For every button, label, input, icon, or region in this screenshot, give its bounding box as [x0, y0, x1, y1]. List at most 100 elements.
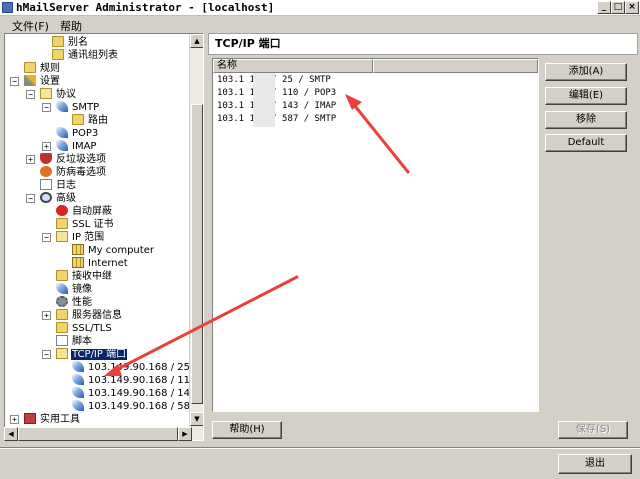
- tree-item-rules[interactable]: 规则: [24, 62, 61, 75]
- folder-icon: [56, 322, 68, 333]
- menu-file[interactable]: 文件(F): [12, 18, 49, 34]
- scroll-left-icon[interactable]: ◀: [4, 427, 18, 441]
- tree-item-antivirus[interactable]: 防病毒选项: [40, 166, 107, 179]
- tree-item-incoming-relays[interactable]: 接收中继: [56, 270, 113, 283]
- remove-button[interactable]: 移除: [545, 111, 627, 129]
- tree-item-imap[interactable]: IMAP: [56, 140, 97, 153]
- tree-item-internet[interactable]: Internet: [72, 257, 129, 270]
- tree-item-ssl-tls[interactable]: SSL/TLS: [56, 322, 113, 335]
- expand-toggle[interactable]: +: [42, 142, 51, 151]
- feather-icon: [56, 127, 68, 138]
- tree-item-aliases[interactable]: 别名: [52, 36, 89, 49]
- tree-item-port-25[interactable]: 103.149.90.168 / 25 / SMTP: [72, 361, 203, 374]
- navigation-tree[interactable]: 别名 通讯组列表 规则 − 设置 − 协议 − SMTP 路由 POP3 + I…: [4, 33, 204, 441]
- tree-item-routes[interactable]: 路由: [72, 114, 109, 127]
- tree-horizontal-scrollbar[interactable]: ◀ ▶: [4, 427, 192, 441]
- folder-open-icon: [56, 348, 68, 359]
- tree-item-utilities[interactable]: 实用工具: [24, 413, 81, 426]
- redaction-blur: [253, 73, 275, 127]
- grid-icon: [72, 257, 84, 268]
- feather-icon: [56, 140, 68, 151]
- tree-item-scripts[interactable]: 脚本: [56, 335, 93, 348]
- list-header: 名称: [213, 59, 538, 73]
- tools-icon: [24, 413, 36, 424]
- tree-item-logging[interactable]: 日志: [40, 179, 77, 192]
- collapse-toggle[interactable]: −: [26, 90, 35, 99]
- tree-item-smtp[interactable]: SMTP: [56, 101, 100, 114]
- folder-icon: [56, 218, 68, 229]
- expand-toggle[interactable]: +: [42, 311, 51, 320]
- save-button[interactable]: 保存(S): [558, 421, 628, 439]
- tree-item-distribution-lists[interactable]: 通讯组列表: [52, 49, 119, 62]
- app-icon: [2, 2, 13, 13]
- collapse-toggle[interactable]: −: [42, 233, 51, 242]
- tree-item-protocols[interactable]: 协议: [40, 88, 77, 101]
- folder-icon: [72, 114, 84, 125]
- magnifier-icon: [40, 192, 52, 203]
- feather-icon: [72, 374, 84, 385]
- tree-vertical-scrollbar[interactable]: ▲ ▼: [189, 34, 203, 440]
- feather-icon: [72, 387, 84, 398]
- tree-item-ssl-certificates[interactable]: SSL 证书: [56, 218, 114, 231]
- ports-list[interactable]: 名称 103.1 168 / 25 / SMTP 103.1 168 / 110…: [212, 58, 539, 412]
- expand-toggle[interactable]: +: [10, 415, 19, 424]
- scroll-up-icon[interactable]: ▲: [190, 34, 203, 48]
- scroll-thumb[interactable]: [191, 104, 203, 404]
- scroll-down-icon[interactable]: ▼: [190, 412, 203, 426]
- shield-icon: [40, 153, 52, 164]
- red-ball-icon: [56, 205, 68, 216]
- tree-item-auto-ban[interactable]: 自动屏蔽: [56, 205, 113, 218]
- menu-bar: 文件(F) 帮助: [0, 17, 640, 33]
- page-title: TCP/IP 端口: [208, 33, 638, 55]
- menu-help[interactable]: 帮助: [60, 18, 82, 34]
- folder-icon: [24, 62, 36, 73]
- help-button[interactable]: 帮助(H): [212, 421, 282, 439]
- grid-icon: [72, 244, 84, 255]
- collapse-toggle[interactable]: −: [26, 194, 35, 203]
- note-icon: [56, 335, 68, 346]
- tree-item-pop3[interactable]: POP3: [56, 127, 99, 140]
- folder-icon: [56, 270, 68, 281]
- feather-icon: [72, 361, 84, 372]
- collapse-toggle[interactable]: −: [10, 77, 19, 86]
- scroll-right-icon[interactable]: ▶: [178, 427, 192, 441]
- folder-icon: [52, 36, 64, 47]
- feather-icon: [56, 101, 68, 112]
- feather-icon: [72, 400, 84, 411]
- expand-toggle[interactable]: +: [26, 155, 35, 164]
- column-header-name[interactable]: 名称: [213, 59, 373, 73]
- edit-button[interactable]: 编辑(E): [545, 87, 627, 105]
- add-button[interactable]: 添加(A): [545, 63, 627, 81]
- collapse-toggle[interactable]: −: [42, 103, 51, 112]
- gear-icon: [56, 296, 68, 307]
- tree-item-settings[interactable]: 设置: [24, 75, 61, 88]
- tree-item-mirror[interactable]: 镜像: [56, 283, 93, 296]
- tree-item-port-587[interactable]: 103.149.90.168 / 587 / SMTP: [72, 400, 203, 413]
- list-item[interactable]: 103.1 168 / 587 / SMTP: [217, 113, 336, 126]
- close-button[interactable]: ×: [625, 1, 639, 14]
- list-item[interactable]: 103.1 168 / 143 / IMAP: [217, 100, 336, 113]
- feather-icon: [56, 283, 68, 294]
- tree-item-server-info[interactable]: 服务器信息: [56, 309, 123, 322]
- window-title: hMailServer Administrator - [localhost]: [16, 1, 275, 14]
- tree-item-port-110[interactable]: 103.149.90.168 / 110 / POP3: [72, 374, 203, 387]
- list-item[interactable]: 103.1 168 / 110 / POP3: [217, 87, 336, 100]
- exit-button[interactable]: 退出: [558, 454, 632, 474]
- folder-icon: [56, 309, 68, 320]
- divider: [0, 447, 640, 449]
- tree-item-advanced[interactable]: 高级: [40, 192, 77, 205]
- tree-item-antispam[interactable]: 反垃圾选项: [40, 153, 107, 166]
- folder-open-icon: [56, 231, 68, 242]
- scroll-thumb[interactable]: [18, 427, 178, 441]
- tree-item-performance[interactable]: 性能: [56, 296, 93, 309]
- tree-item-port-143[interactable]: 103.149.90.168 / 143 / IMAP: [72, 387, 203, 400]
- collapse-toggle[interactable]: −: [42, 350, 51, 359]
- tree-item-tcpip-ports[interactable]: TCP/IP 端口: [56, 348, 128, 361]
- maximize-button[interactable]: □: [611, 1, 625, 14]
- note-icon: [40, 179, 52, 190]
- default-button[interactable]: Default: [545, 134, 627, 152]
- minimize-button[interactable]: _: [597, 1, 611, 14]
- folder-open-icon: [40, 88, 52, 99]
- tree-item-my-computer[interactable]: My computer: [72, 244, 155, 257]
- tree-item-ip-ranges[interactable]: IP 范围: [56, 231, 105, 244]
